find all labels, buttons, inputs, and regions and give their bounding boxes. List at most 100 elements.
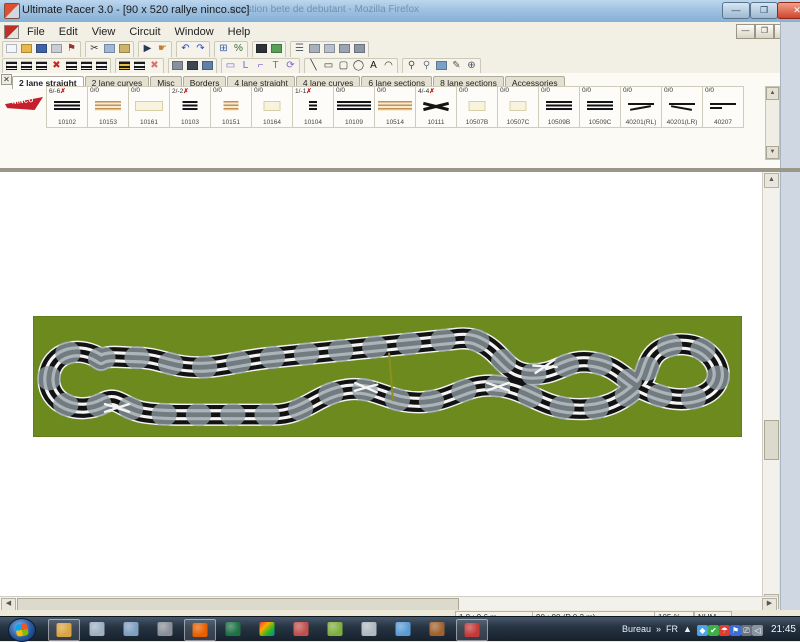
cut-button[interactable]: ✂ xyxy=(87,42,102,55)
part-10509C[interactable]: 0/010509C xyxy=(580,86,621,128)
close-button[interactable]: ✕ xyxy=(777,2,800,19)
part-10164[interactable]: 0/010164 xyxy=(252,86,293,128)
part-10151[interactable]: 0/010151 xyxy=(211,86,252,128)
zoom-in-button[interactable]: ⚲ xyxy=(404,59,419,72)
menu-edit[interactable]: Edit xyxy=(52,24,85,40)
open-button[interactable] xyxy=(19,42,34,55)
palette-scroll-up-icon[interactable]: ▲ xyxy=(766,87,779,100)
new-button[interactable] xyxy=(4,42,19,55)
taskbar-firefox[interactable] xyxy=(184,619,216,641)
track-special-button[interactable] xyxy=(117,59,132,72)
undo-button[interactable]: ↶ xyxy=(178,42,193,55)
taskbar-app-red[interactable] xyxy=(286,619,316,639)
note-button[interactable]: ✎ xyxy=(449,59,464,72)
taskbar-app-messenger[interactable] xyxy=(388,619,418,639)
mdi-minimize-button[interactable]: — xyxy=(736,24,755,39)
paste-button[interactable] xyxy=(117,42,132,55)
text-tool-button[interactable]: A xyxy=(366,59,381,72)
tray-display-icon[interactable]: ⎚ xyxy=(741,625,752,636)
taskbar-clock[interactable]: 21:45 xyxy=(768,624,796,635)
taskbar-app-search[interactable] xyxy=(354,619,384,639)
arrange-3-button[interactable] xyxy=(337,42,352,55)
taskbar-app-document[interactable] xyxy=(116,619,146,639)
taskbar-ultimate-racer[interactable] xyxy=(456,619,488,641)
arrange-4-button[interactable] xyxy=(352,42,367,55)
remove-piece-button[interactable]: ✖ xyxy=(147,59,162,72)
maximize-button[interactable]: ❐ xyxy=(750,2,778,19)
taskbar-app-notes[interactable] xyxy=(82,619,112,639)
tray-volume-icon[interactable]: ◁ xyxy=(752,625,763,636)
align-list-button[interactable]: ☰ xyxy=(292,42,307,55)
part-10509B[interactable]: 0/010509B xyxy=(539,86,580,128)
part-10109[interactable]: 0/010109 xyxy=(334,86,375,128)
arc-tool-button[interactable]: ◠ xyxy=(381,59,396,72)
rotate-tool-button[interactable]: ⟳ xyxy=(283,59,298,72)
part-10507C[interactable]: 0/010507C xyxy=(498,86,539,128)
track-double-2-button[interactable] xyxy=(94,59,109,72)
part-40207[interactable]: 0/040207 xyxy=(703,86,744,128)
part-10153[interactable]: 0/010153 xyxy=(88,86,129,128)
car-button[interactable] xyxy=(200,59,215,72)
shape-t-tool-button[interactable]: T xyxy=(268,59,283,72)
grid-button[interactable]: ⊞ xyxy=(216,42,231,55)
language-indicator[interactable]: FR xyxy=(666,624,678,634)
race-flags-button[interactable]: ⚑ xyxy=(64,42,79,55)
toolbar-chevron-icon[interactable]: » xyxy=(656,624,661,634)
part-40201(RL)[interactable]: 0/040201(RL) xyxy=(621,86,662,128)
start-button[interactable] xyxy=(8,618,36,642)
board-color-button[interactable] xyxy=(254,42,269,55)
snapshot-camera-button[interactable] xyxy=(185,59,200,72)
copy-button[interactable] xyxy=(102,42,117,55)
horizontal-scrollbar[interactable]: ◀ ▶ xyxy=(0,596,778,611)
part-10102[interactable]: 6/-6✗10102 xyxy=(46,86,88,128)
taskbar-app-photos[interactable] xyxy=(252,619,282,639)
save-button[interactable] xyxy=(34,42,49,55)
part-10514[interactable]: 0/010514 xyxy=(375,86,416,128)
part-10104[interactable]: 1/-1✗10104 xyxy=(293,86,334,128)
print-button[interactable] xyxy=(49,42,64,55)
taskbar-explorer-folder[interactable] xyxy=(48,619,80,641)
track-straight-button[interactable] xyxy=(4,59,19,72)
arrange-2-button[interactable] xyxy=(322,42,337,55)
shape-corner-tool-button[interactable]: L xyxy=(238,59,253,72)
palette-scrollbar[interactable]: ▲ ▼ xyxy=(765,86,780,160)
roundrect-tool-button[interactable]: ▢ xyxy=(336,59,351,72)
line-tool-button[interactable]: ╲ xyxy=(306,59,321,72)
part-10507B[interactable]: 0/010507B xyxy=(457,86,498,128)
redo-button[interactable]: ↷ xyxy=(193,42,208,55)
menu-file[interactable]: File xyxy=(20,24,52,40)
menu-help[interactable]: Help xyxy=(221,24,258,40)
tray-expand-icon[interactable]: ▲ xyxy=(683,624,692,634)
shape-rect-tool-button[interactable]: ▭ xyxy=(223,59,238,72)
track-special-2-button[interactable] xyxy=(132,59,147,72)
menu-circuit[interactable]: Circuit xyxy=(122,24,167,40)
part-10111[interactable]: 4/-4✗10111 xyxy=(416,86,457,128)
desktop-toolbar-label[interactable]: Bureau xyxy=(622,624,651,634)
background-image-button[interactable] xyxy=(269,42,284,55)
select-button[interactable]: ▶ xyxy=(140,42,155,55)
pan-hand-button[interactable]: ☛ xyxy=(155,42,170,55)
track-double-button[interactable] xyxy=(79,59,94,72)
vertical-scroll-thumb[interactable] xyxy=(764,420,779,460)
palette-close-icon[interactable]: ✕ xyxy=(1,74,12,85)
minimize-button[interactable]: — xyxy=(722,2,750,19)
menu-view[interactable]: View xyxy=(85,24,123,40)
pit-panel-button[interactable] xyxy=(170,59,185,72)
part-40201(LR)[interactable]: 0/040201(LR) xyxy=(662,86,703,128)
scroll-up-icon[interactable]: ▲ xyxy=(764,173,779,188)
rectangle-tool-button[interactable]: ▭ xyxy=(321,59,336,72)
arrange-1-button[interactable] xyxy=(307,42,322,55)
scale-button[interactable]: % xyxy=(231,42,246,55)
track-curve-2-button[interactable] xyxy=(34,59,49,72)
track-half-button[interactable] xyxy=(64,59,79,72)
track-board[interactable] xyxy=(33,316,742,437)
mdi-restore-button[interactable]: ❐ xyxy=(755,24,774,39)
tray-flag-icon[interactable]: ⚑ xyxy=(730,625,741,636)
tray-security-shield-icon[interactable]: ✔ xyxy=(708,625,719,636)
vertical-scrollbar[interactable]: ▲ ▼ xyxy=(762,172,779,610)
tray-avira-icon[interactable]: ☂ xyxy=(719,625,730,636)
tray-cube-icon[interactable]: ◆ xyxy=(697,625,708,636)
delete-track-button[interactable]: ✖ xyxy=(49,59,64,72)
taskbar-app-green-orb[interactable] xyxy=(320,619,350,639)
zoom-fit-button[interactable] xyxy=(434,59,449,72)
